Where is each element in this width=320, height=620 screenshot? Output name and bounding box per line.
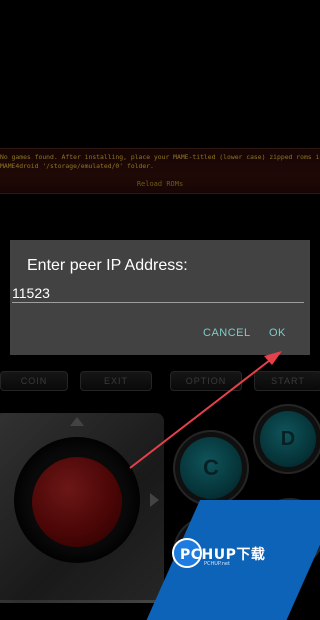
- peer-ip-dialog: Enter peer IP Address: CANCEL OK: [10, 240, 310, 355]
- cancel-button[interactable]: CANCEL: [203, 327, 251, 339]
- ok-button[interactable]: OK: [269, 327, 286, 339]
- ip-address-input[interactable]: [12, 284, 304, 303]
- dialog-title: Enter peer IP Address:: [27, 257, 188, 274]
- watermark-subtext: PCHUP.net: [204, 561, 230, 567]
